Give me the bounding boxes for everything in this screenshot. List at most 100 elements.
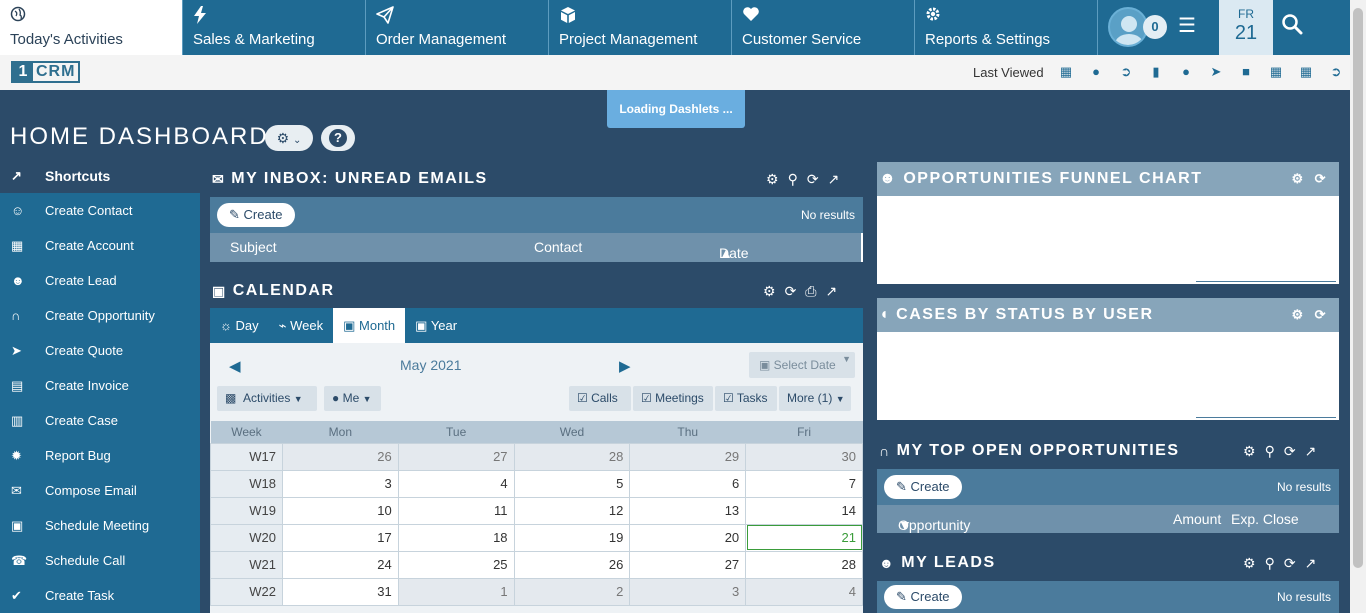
calendar-day-cell[interactable]: 28 bbox=[513, 442, 631, 471]
calendar-day-cell[interactable]: 25 bbox=[397, 550, 515, 579]
gear-icon[interactable]: ⚙ bbox=[1243, 555, 1256, 572]
calendar-day-cell[interactable]: 28 bbox=[745, 550, 863, 579]
tab-todays-activities[interactable]: Today's Activities bbox=[0, 0, 183, 55]
activities-filter-dropdown[interactable]: ▩ Activities ▼ bbox=[217, 386, 317, 411]
calendar-day-cell[interactable]: 14 bbox=[745, 496, 863, 525]
sidebar-item-create-task[interactable]: ✔ Create Task bbox=[0, 578, 200, 613]
square-icon[interactable]: ■ bbox=[1238, 64, 1254, 80]
book-icon[interactable]: ▦ bbox=[1268, 64, 1284, 80]
calendar-day-cell[interactable]: 27 bbox=[397, 442, 515, 471]
refresh-icon[interactable]: ⟳ bbox=[1284, 555, 1296, 572]
gear-icon[interactable]: ⚙ bbox=[1291, 307, 1304, 323]
tab-week[interactable]: ⌁ Week bbox=[269, 308, 333, 343]
sidebar-item-compose-email[interactable]: ✉ Compose Email bbox=[0, 473, 200, 508]
paper-plane-icon[interactable]: ➤ bbox=[1208, 64, 1224, 80]
external-link-icon[interactable]: ↗ bbox=[1305, 443, 1317, 460]
next-month-arrow-icon[interactable]: ▶ bbox=[619, 357, 631, 375]
calendar-day-cell[interactable]: 27 bbox=[629, 550, 747, 579]
refresh-icon[interactable]: ⟳ bbox=[1284, 443, 1296, 460]
column-subject[interactable]: Subject bbox=[230, 239, 277, 255]
meetings-toggle[interactable]: ☑ Meetings bbox=[633, 386, 713, 411]
calendar-day-cell[interactable]: 4 bbox=[745, 577, 863, 606]
column-contact[interactable]: Contact bbox=[534, 239, 582, 255]
sidebar-item-create-invoice[interactable]: ▤ Create Invoice bbox=[0, 368, 200, 403]
prev-month-arrow-icon[interactable]: ◀ bbox=[229, 357, 241, 375]
calendar-day-cell[interactable]: 19 bbox=[513, 523, 631, 552]
print-icon[interactable]: ⎙ bbox=[805, 283, 816, 300]
external-link-icon[interactable]: ↗ bbox=[826, 283, 838, 300]
calendar-day-cell[interactable]: 4 bbox=[397, 469, 515, 498]
tab-reports-settings[interactable]: Reports & Settings bbox=[915, 0, 1098, 55]
week-number[interactable]: W18 bbox=[210, 469, 283, 498]
search-icon[interactable]: ⚲ bbox=[1265, 555, 1275, 572]
refresh-icon[interactable]: ⟳ bbox=[807, 171, 819, 188]
calendar-day-cell[interactable]: 17 bbox=[281, 523, 399, 552]
calendar-day-cell[interactable]: 6 bbox=[629, 469, 747, 498]
calendar-day-cell[interactable]: 20 bbox=[629, 523, 747, 552]
sign-in-icon[interactable]: ➲ bbox=[1118, 64, 1134, 80]
calendar-day-cell[interactable]: 29 bbox=[629, 442, 747, 471]
sidebar-item-create-contact[interactable]: ☺ Create Contact bbox=[0, 193, 200, 228]
column-exp-close[interactable]: Exp. Close bbox=[1231, 511, 1299, 527]
sidebar-item-schedule-meeting[interactable]: ▣ Schedule Meeting bbox=[0, 508, 200, 543]
calendar-day-cell[interactable]: 13 bbox=[629, 496, 747, 525]
sidebar-item-create-case[interactable]: ▥ Create Case bbox=[0, 403, 200, 438]
week-number[interactable]: W20 bbox=[210, 523, 283, 552]
refresh-icon[interactable]: ⟳ bbox=[1315, 171, 1327, 187]
calendar-day-cell[interactable]: 3 bbox=[629, 577, 747, 606]
bookmark-icon[interactable]: ▮ bbox=[1148, 64, 1164, 80]
search-icon[interactable] bbox=[1281, 13, 1305, 37]
calendar-day-cell[interactable]: 12 bbox=[513, 496, 631, 525]
calendar-day-cell[interactable]: 30 bbox=[745, 442, 863, 471]
lead-create-button[interactable]: ✎ Create bbox=[884, 585, 962, 609]
calendar-day-cell[interactable]: 11 bbox=[397, 496, 515, 525]
column-amount[interactable]: Amount bbox=[1173, 511, 1221, 527]
calendar-day-cell[interactable]: 7 bbox=[745, 469, 863, 498]
tab-sales-marketing[interactable]: Sales & Marketing bbox=[183, 0, 366, 55]
calls-toggle[interactable]: ☑ Calls bbox=[569, 386, 631, 411]
select-date-dropdown[interactable]: ▣ Select Date ▼ bbox=[749, 352, 855, 378]
book-icon[interactable]: ▦ bbox=[1058, 64, 1074, 80]
search-icon[interactable]: ⚲ bbox=[788, 171, 798, 188]
sidebar-item-create-account[interactable]: ▦ Create Account bbox=[0, 228, 200, 263]
gear-icon[interactable]: ⚙ bbox=[766, 171, 779, 188]
tab-project-management[interactable]: Project Management bbox=[549, 0, 732, 55]
sign-in-icon[interactable]: ➲ bbox=[1328, 64, 1344, 80]
week-number[interactable]: W22 bbox=[210, 577, 283, 606]
person-icon[interactable]: ● bbox=[1178, 64, 1194, 80]
calendar-day-cell[interactable]: 31 bbox=[281, 577, 399, 606]
refresh-icon[interactable]: ⟳ bbox=[1315, 307, 1327, 323]
tab-year[interactable]: ▣ Year bbox=[405, 308, 467, 343]
external-link-icon[interactable]: ↗ bbox=[828, 171, 840, 188]
refresh-icon[interactable]: ⟳ bbox=[785, 283, 797, 300]
week-number[interactable]: W19 bbox=[210, 496, 283, 525]
calendar-day-cell[interactable]: 3 bbox=[281, 469, 399, 498]
calendar-day-cell[interactable]: 18 bbox=[397, 523, 515, 552]
external-link-icon[interactable]: ↗ bbox=[1305, 555, 1317, 572]
calendar-date-button[interactable]: FR 21 bbox=[1219, 0, 1273, 55]
book-icon[interactable]: ▦ bbox=[1298, 64, 1314, 80]
calendar-day-cell[interactable]: 26 bbox=[513, 550, 631, 579]
inbox-create-button[interactable]: ✎ Create bbox=[217, 203, 295, 227]
sidebar-item-create-lead[interactable]: ☻ Create Lead bbox=[0, 263, 200, 298]
calendar-day-cell[interactable]: 2 bbox=[513, 577, 631, 606]
page-scrollbar[interactable] bbox=[1350, 0, 1366, 613]
menu-icon[interactable]: ☰ bbox=[1178, 14, 1196, 38]
calendar-day-cell[interactable]: 21 bbox=[745, 523, 863, 552]
user-filter-dropdown[interactable]: ● Me ▼ bbox=[324, 386, 381, 411]
notification-count-badge[interactable]: 0 bbox=[1143, 15, 1167, 39]
calendar-day-cell[interactable]: 24 bbox=[281, 550, 399, 579]
person-icon[interactable]: ● bbox=[1088, 64, 1104, 80]
sidebar-item-schedule-call[interactable]: ☎ Schedule Call bbox=[0, 543, 200, 578]
tasks-toggle[interactable]: ☑ Tasks bbox=[715, 386, 777, 411]
sidebar-item-create-opportunity[interactable]: ∩ Create Opportunity bbox=[0, 298, 200, 333]
tab-month[interactable]: ▣ Month bbox=[333, 308, 406, 343]
gear-icon[interactable]: ⚙ bbox=[763, 283, 776, 300]
dashboard-settings-button[interactable]: ⚙ ⌄ bbox=[265, 125, 313, 151]
search-icon[interactable]: ⚲ bbox=[1265, 443, 1275, 460]
tab-order-management[interactable]: Order Management bbox=[366, 0, 549, 55]
tab-customer-service[interactable]: Customer Service bbox=[732, 0, 915, 55]
calendar-day-cell[interactable]: 1 bbox=[397, 577, 515, 606]
sidebar-item-create-quote[interactable]: ➤ Create Quote bbox=[0, 333, 200, 368]
tab-day[interactable]: ☼ Day bbox=[210, 308, 269, 343]
